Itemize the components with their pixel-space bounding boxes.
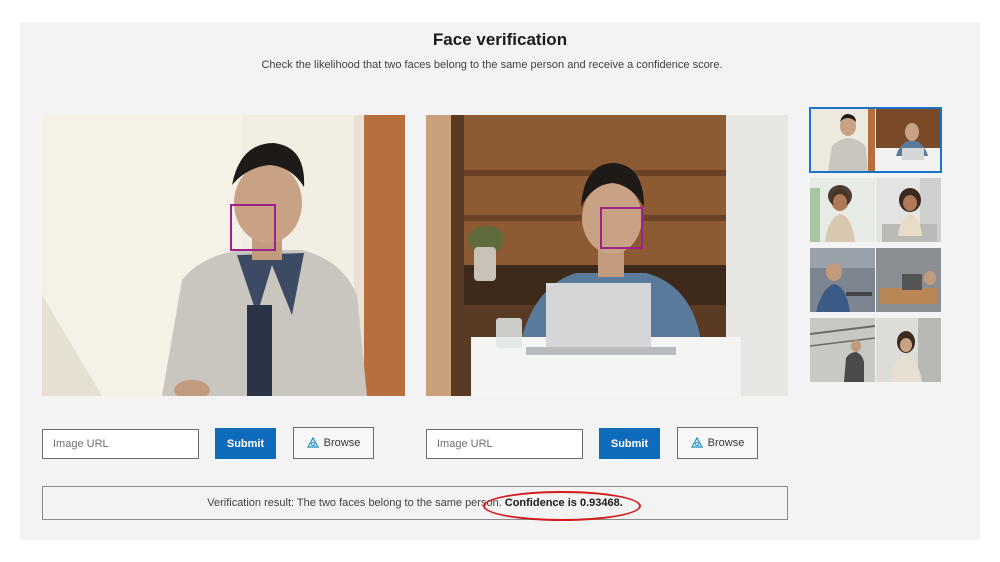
thumbnail-4[interactable]	[810, 318, 941, 382]
upload-icon	[306, 437, 319, 449]
verification-result: Verification result: The two faces belon…	[42, 486, 788, 520]
page-title: Face verification	[432, 30, 568, 49]
left-browse-button[interactable]: Browse	[293, 427, 374, 459]
left-image-url-input[interactable]	[42, 429, 199, 459]
confidence-highlight-circle	[483, 491, 641, 521]
right-image-url-input[interactable]	[426, 429, 583, 459]
page-subtitle: Check the likelihood that two faces belo…	[261, 59, 723, 71]
right-browse-button[interactable]: Browse	[677, 427, 758, 459]
thumbnail-2[interactable]	[810, 178, 941, 242]
left-submit-button[interactable]: Submit	[215, 428, 276, 459]
thumbnail-3[interactable]	[810, 248, 941, 312]
face-detection-box-left	[230, 204, 276, 251]
left-face-image	[42, 115, 405, 396]
right-browse-label: Browse	[707, 437, 745, 449]
upload-icon	[690, 437, 703, 449]
left-browse-label: Browse	[323, 437, 361, 449]
result-text: Verification result: The two faces belon…	[207, 497, 502, 509]
right-submit-button[interactable]: Submit	[599, 428, 660, 459]
face-detection-box-right	[600, 207, 643, 249]
thumbnail-1[interactable]	[809, 107, 942, 173]
right-face-image	[426, 115, 788, 396]
